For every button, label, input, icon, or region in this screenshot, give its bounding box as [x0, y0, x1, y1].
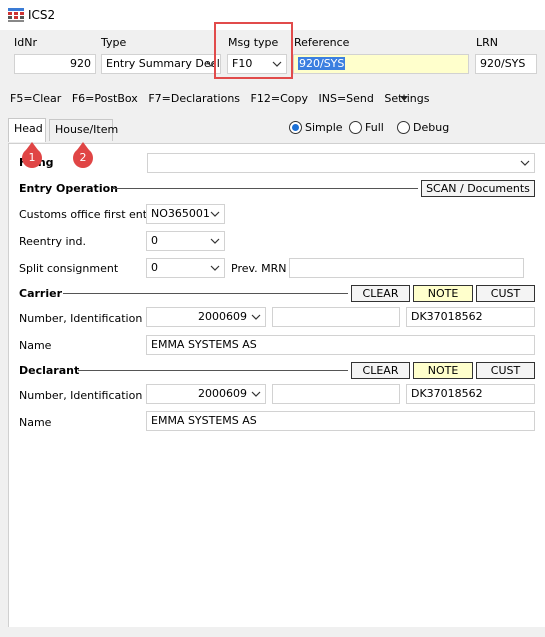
annotation-badge-2: 2 [73, 148, 93, 168]
declarant-name-field[interactable]: EMMA SYSTEMS AS [146, 411, 535, 431]
radio-debug[interactable] [397, 121, 410, 134]
reference-value: 920/SYS [298, 57, 346, 70]
type-select-value: Entry Summary Decla [106, 57, 221, 70]
status-bar [0, 627, 545, 637]
menu-declarations[interactable]: F7=Declarations [148, 92, 240, 105]
prev-mrn-label: Prev. MRN [231, 262, 287, 275]
declarant-cust-button[interactable]: CUST [476, 362, 535, 379]
chevron-down-icon [210, 238, 220, 244]
declarant-number-select[interactable]: 2000609 [146, 384, 266, 404]
app-icon [8, 8, 24, 22]
declarant-eori-field[interactable]: DK37018562 [406, 384, 535, 404]
filing-select[interactable] [147, 153, 535, 173]
menu-bar: F5=Clear F6=PostBox F7=Declarations F12=… [10, 92, 437, 105]
lrn-label: LRN [476, 36, 498, 49]
radio-full-label: Full [365, 121, 384, 134]
carrier-name-field[interactable]: EMMA SYSTEMS AS [146, 335, 535, 355]
tab-house-item[interactable]: House/Item [49, 119, 118, 141]
annotation-pin-1 [26, 142, 38, 150]
carrier-clear-button[interactable]: CLEAR [351, 285, 410, 302]
reference-field[interactable]: 920/SYS [293, 54, 469, 74]
carrier-name-label: Name [19, 339, 52, 352]
reentry-value: 0 [151, 234, 158, 247]
idnr-field[interactable]: 920 [14, 54, 96, 74]
chevron-down-icon [251, 314, 261, 320]
annotation-badge-1: 1 [22, 148, 42, 168]
carrier-number-label: Number, Identification [19, 312, 143, 325]
scan-documents-button[interactable]: SCAN / Documents [421, 180, 535, 197]
lrn-field[interactable]: 920/SYS [475, 54, 537, 74]
radio-simple[interactable] [289, 121, 302, 134]
reference-label: Reference [294, 36, 350, 49]
declarant-clear-button[interactable]: CLEAR [351, 362, 410, 379]
carrier-eori-field[interactable]: DK37018562 [406, 307, 535, 327]
entry-operation-divider [112, 188, 418, 189]
tab-head[interactable]: Head [8, 118, 46, 142]
radio-simple-label: Simple [305, 121, 343, 134]
carrier-note-button[interactable]: NOTE [413, 285, 473, 302]
declarant-title: Declarant [19, 364, 80, 377]
declarant-name-label: Name [19, 416, 52, 429]
menu-send[interactable]: INS=Send [318, 92, 373, 105]
customs-office-value: NO365001 [151, 207, 210, 220]
carrier-identification-field[interactable] [272, 307, 400, 327]
radio-debug-label: Debug [413, 121, 450, 134]
radio-full[interactable] [349, 121, 362, 134]
carrier-cust-button[interactable]: CUST [476, 285, 535, 302]
settings-dropdown-icon[interactable] [400, 96, 408, 102]
declarant-identification-field[interactable] [272, 384, 400, 404]
declarant-number-value: 2000609 [198, 387, 247, 400]
window-title: ICS2 [28, 8, 56, 22]
chevron-down-icon [520, 160, 530, 166]
annotation-pin-2 [77, 142, 89, 150]
chevron-down-icon [251, 391, 261, 397]
customs-office-label: Customs office first entry [19, 208, 159, 221]
idnr-label: IdNr [14, 36, 37, 49]
msg-type-highlight [214, 22, 293, 79]
carrier-title: Carrier [19, 287, 63, 300]
declarant-note-button[interactable]: NOTE [413, 362, 473, 379]
reentry-label: Reentry ind. [19, 235, 87, 248]
type-select[interactable]: Entry Summary Decla [101, 54, 221, 74]
carrier-number-value: 2000609 [198, 310, 247, 323]
chevron-down-icon [210, 211, 220, 217]
carrier-number-select[interactable]: 2000609 [146, 307, 266, 327]
menu-clear[interactable]: F5=Clear [10, 92, 61, 105]
declarant-number-label: Number, Identification [19, 389, 143, 402]
chevron-down-icon [210, 265, 220, 271]
declarant-divider [78, 370, 348, 371]
customs-office-select[interactable]: NO365001 [146, 204, 225, 224]
split-consignment-label: Split consignment [19, 262, 119, 275]
entry-operation-title: Entry Operation [19, 182, 118, 195]
split-consignment-select[interactable]: 0 [146, 258, 225, 278]
carrier-divider [63, 293, 348, 294]
reentry-select[interactable]: 0 [146, 231, 225, 251]
type-label: Type [101, 36, 127, 49]
prev-mrn-field[interactable] [289, 258, 524, 278]
menu-postbox[interactable]: F6=PostBox [72, 92, 138, 105]
menu-copy[interactable]: F12=Copy [251, 92, 308, 105]
split-consignment-value: 0 [151, 261, 158, 274]
